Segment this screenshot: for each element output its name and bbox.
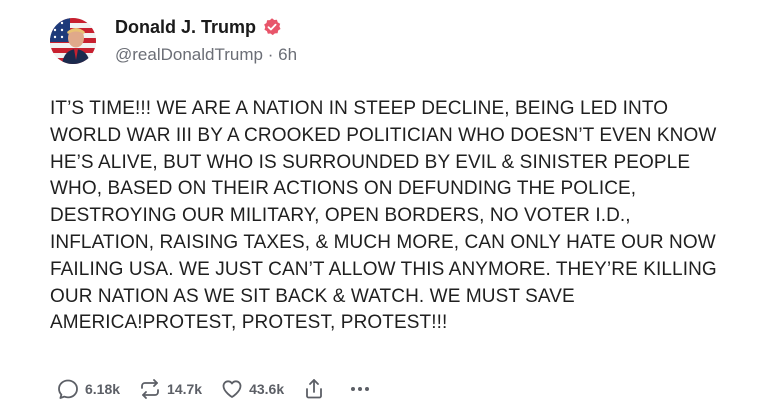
repost-count: 14.7k: [167, 381, 203, 397]
repost-button[interactable]: 14.7k: [138, 377, 202, 401]
post-time[interactable]: 6h: [278, 45, 297, 64]
action-bar: 6.18k 14.7k 43.6k: [56, 376, 372, 402]
like-button[interactable]: 43.6k: [220, 377, 284, 401]
author-meta: @realDonaldTrump · 6h: [115, 45, 297, 65]
post-text: IT’S TIME!!! WE ARE A NATION IN STEEP DE…: [50, 98, 717, 334]
share-icon: [302, 377, 326, 401]
avatar-image: [50, 18, 96, 64]
author-display-name[interactable]: Donald J. Trump: [115, 17, 256, 38]
author-name-row: Donald J. Trump: [115, 15, 282, 39]
reply-count: 6.18k: [85, 381, 121, 397]
like-count: 43.6k: [249, 381, 285, 397]
reply-icon: [56, 377, 80, 401]
heart-icon: [220, 377, 244, 401]
reply-button[interactable]: 6.18k: [56, 377, 120, 401]
more-icon[interactable]: [348, 377, 372, 401]
repost-icon: [138, 377, 162, 401]
author-handle[interactable]: @realDonaldTrump: [115, 45, 263, 64]
verified-badge-icon: [262, 17, 282, 37]
avatar[interactable]: [50, 18, 96, 64]
post-card: Donald J. Trump @realDonaldTrump · 6h IT…: [0, 0, 765, 420]
share-button[interactable]: [302, 377, 326, 401]
meta-separator: ·: [267, 45, 274, 64]
